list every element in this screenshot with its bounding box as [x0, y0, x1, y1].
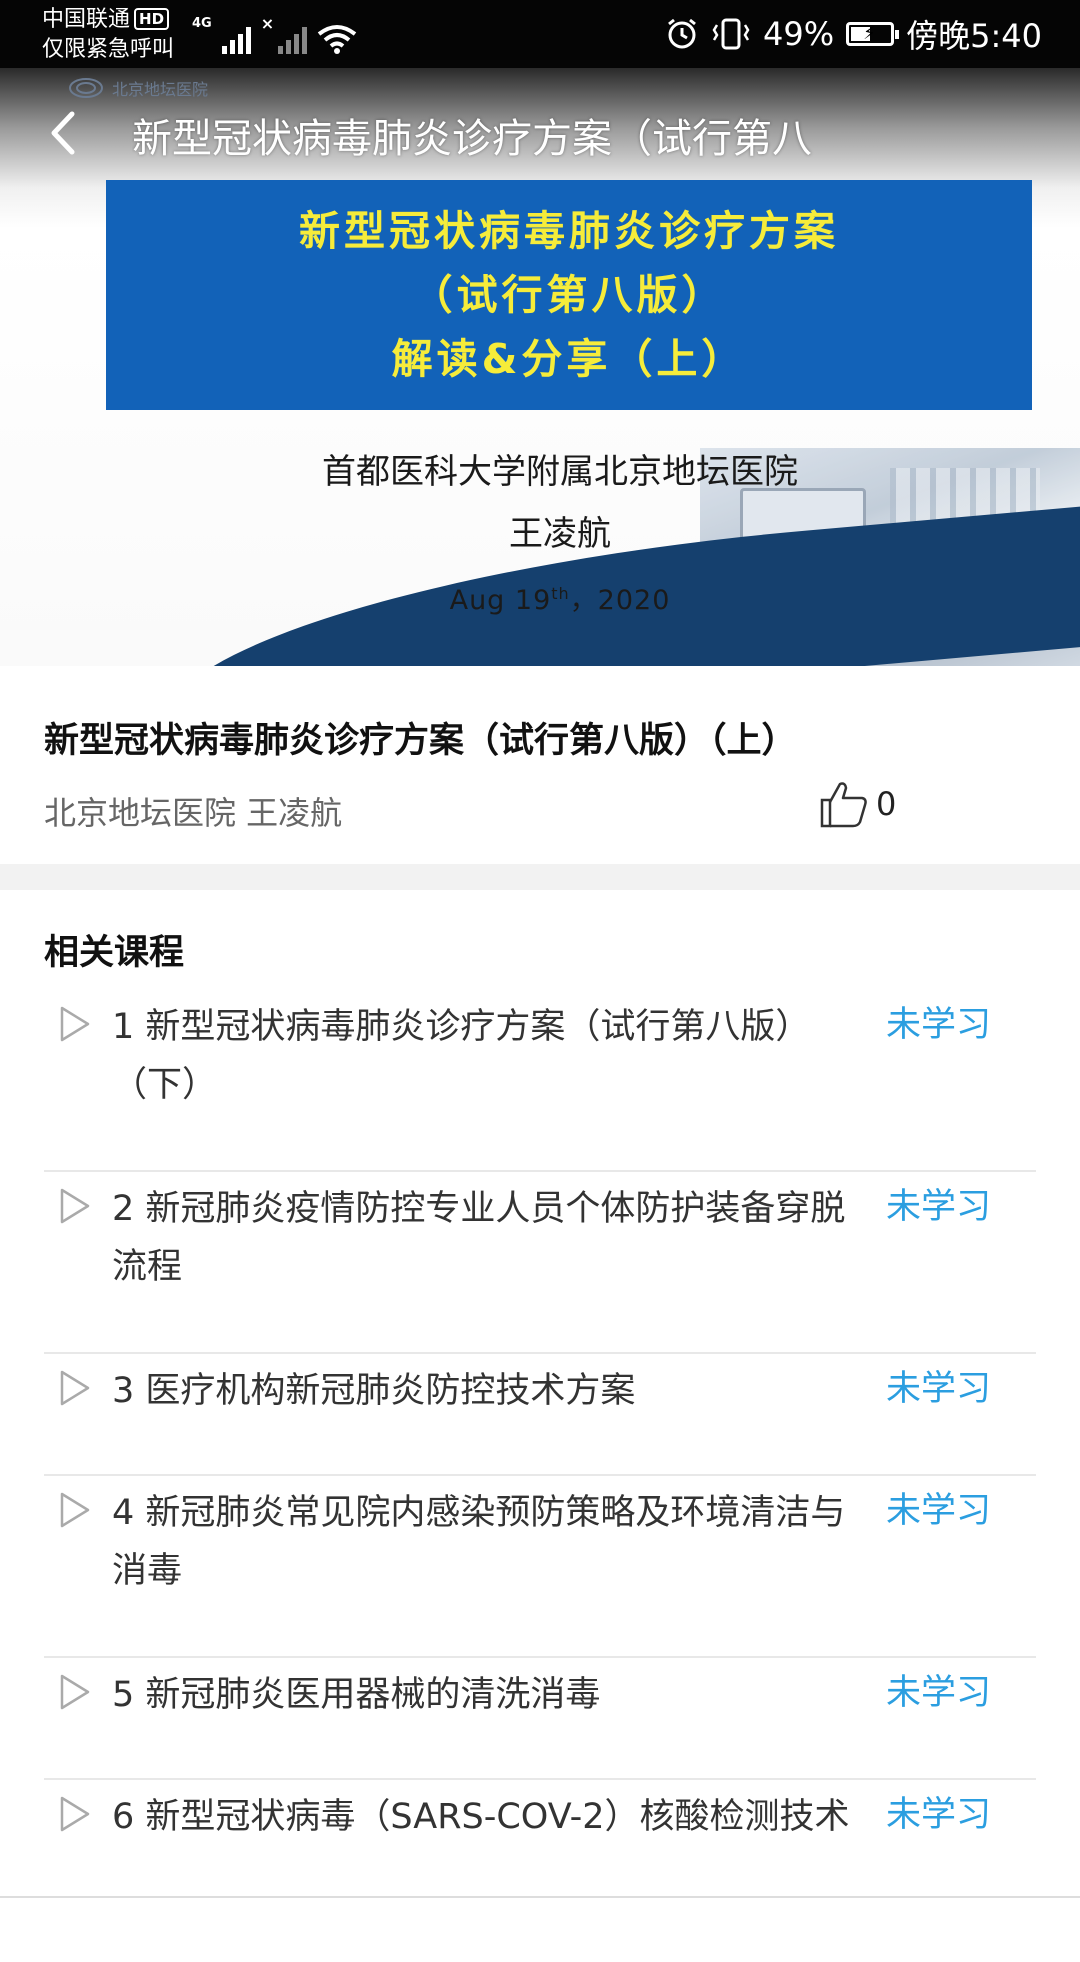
signal-strength-icon [221, 24, 251, 54]
list-item[interactable]: 5 新冠肺炎医用器械的清洗消毒 未学习 [44, 1658, 1036, 1780]
emergency-call-label: 仅限紧急呼叫 [42, 37, 175, 62]
banner-line-2: （试行第八版） [411, 271, 727, 319]
banner-line-1: 新型冠状病毒肺炎诊疗方案 [299, 207, 839, 255]
alarm-icon [668, 18, 696, 49]
course-item-title: 3 医疗机构新冠肺炎防控技术方案 [112, 1371, 636, 1411]
play-icon [60, 1006, 90, 1042]
course-item-title: 5 新冠肺炎医用器械的清洗消毒 [112, 1675, 601, 1715]
course-item-title: 6 新型冠状病毒（SARS-COV-2）核酸检测技术 [112, 1797, 850, 1837]
banner-line-3: 解读&分享（上） [391, 335, 747, 383]
course-title: 新型冠状病毒肺炎诊疗方案（试行第八版）（上） [44, 721, 797, 761]
study-status: 未学习 [886, 1795, 992, 1835]
study-status: 未学习 [886, 1491, 992, 1531]
related-courses: 相关课程 1 新型冠状病毒肺炎诊疗方案（试行第八版）（下） 未学习 2 新冠肺炎… [0, 890, 1080, 1920]
like-count: 0 [876, 785, 897, 823]
network-type: 4G [192, 16, 212, 31]
thumbs-up-icon [820, 782, 867, 828]
signal-strength-secondary-icon [278, 24, 308, 54]
vibrate-icon [712, 18, 750, 50]
play-icon [60, 1796, 90, 1832]
list-item[interactable]: 3 医疗机构新冠肺炎防控技术方案 未学习 [44, 1354, 1036, 1476]
course-banner: 北京地坛医院 新型冠状病毒肺炎诊疗方案（试行第八 新型冠状病毒肺炎诊疗方案 （试… [0, 68, 1080, 666]
list-item[interactable]: 6 新型冠状病毒（SARS-COV-2）核酸检测技术 未学习 [44, 1780, 1036, 1962]
banner-date: Aug 19th，2020 [160, 578, 960, 617]
banner-title-box: 新型冠状病毒肺炎诊疗方案 （试行第八版） 解读&分享（上） [106, 180, 1032, 410]
play-icon [60, 1674, 90, 1710]
play-icon [60, 1370, 90, 1406]
list-item[interactable]: 2 新冠肺炎疫情防控专业人员个体防护装备穿脱流程 未学习 [44, 1172, 1036, 1354]
play-icon [60, 1188, 90, 1224]
play-icon [60, 1492, 90, 1528]
course-item-title: 4 新冠肺炎常见院内感染预防策略及环境清洁与消毒 [112, 1493, 846, 1591]
study-status: 未学习 [886, 1187, 992, 1227]
back-arrow-icon[interactable] [40, 108, 90, 158]
like-button[interactable]: 0 [818, 778, 896, 830]
hd-badge: HD [134, 8, 170, 30]
carrier-name: 中国联通 [42, 7, 131, 32]
clock: 傍晚5:40 [906, 17, 1042, 55]
signal-indicators: 4G × [192, 14, 357, 54]
banner-institution: 首都医科大学附属北京地坛医院 [322, 452, 798, 492]
list-item[interactable]: 4 新冠肺炎常见院内感染预防策略及环境清洁与消毒 未学习 [44, 1476, 1036, 1658]
section-divider [0, 864, 1080, 890]
study-status: 未学习 [886, 1369, 992, 1409]
page-title: 新型冠状病毒肺炎诊疗方案（试行第八 [132, 116, 812, 162]
course-info: 新型冠状病毒肺炎诊疗方案（试行第八版）（上） 北京地坛医院 王凌航 0 [0, 666, 1080, 864]
study-status: 未学习 [886, 1673, 992, 1713]
wifi-icon [317, 25, 357, 54]
course-item-title: 1 新型冠状病毒肺炎诊疗方案（试行第八版）（下） [112, 1007, 811, 1105]
banner-date-year: ，2020 [569, 585, 671, 616]
related-course-list: 1 新型冠状病毒肺炎诊疗方案（试行第八版）（下） 未学习 2 新冠肺炎疫情防控专… [44, 990, 1036, 1962]
battery-icon: ⚡ [846, 22, 900, 46]
study-status: 未学习 [886, 1005, 992, 1045]
banner-date-suffix: th [551, 584, 570, 603]
status-bar: 中国联通 HD 仅限紧急呼叫 4G × 49% ⚡ 傍晚5:40 [0, 0, 1080, 68]
bottom-divider [0, 1896, 1080, 1898]
banner-date-main: Aug 19 [449, 585, 552, 616]
carrier-label: 中国联通 HD [42, 6, 170, 34]
status-right: 49% ⚡ 傍晚5:40 [665, 14, 1042, 55]
related-courses-heading: 相关课程 [44, 933, 185, 973]
no-service-icon: × [260, 14, 275, 33]
charging-icon: ⚡ [863, 23, 876, 44]
battery-percent: 49% [763, 15, 835, 53]
banner-speaker: 王凌航 [509, 514, 611, 554]
list-item[interactable]: 1 新型冠状病毒肺炎诊疗方案（试行第八版）（下） 未学习 [44, 990, 1036, 1172]
nav-bar: 新型冠状病毒肺炎诊疗方案（试行第八 [0, 88, 1080, 178]
course-author: 北京地坛医院 王凌航 [44, 794, 343, 832]
course-item-title: 2 新冠肺炎疫情防控专业人员个体防护装备穿脱流程 [112, 1189, 846, 1287]
